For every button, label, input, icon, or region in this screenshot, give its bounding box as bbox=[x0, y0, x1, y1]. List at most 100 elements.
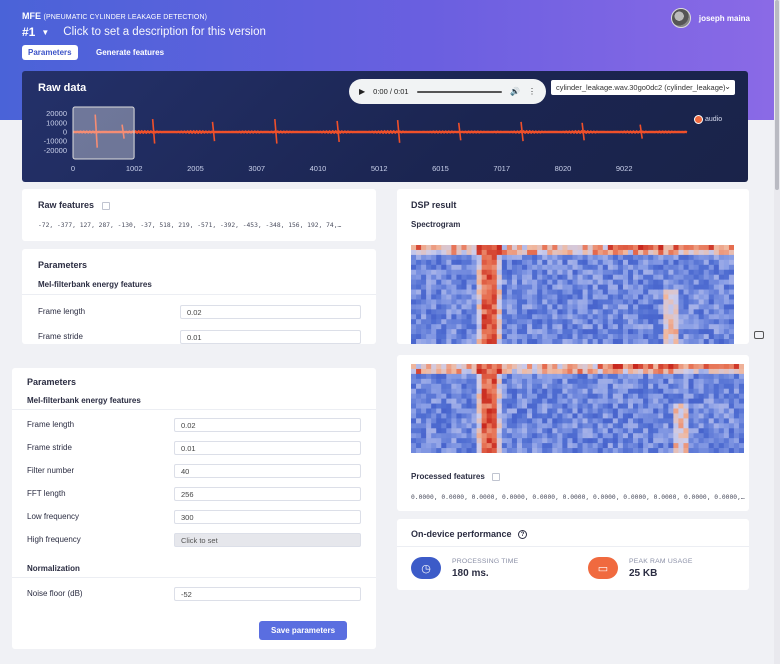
spectrogram-cell bbox=[496, 309, 503, 315]
user-name[interactable]: joseph maina bbox=[699, 14, 750, 23]
spectrogram-cell bbox=[678, 398, 684, 404]
volume-icon[interactable]: 🔊 bbox=[510, 87, 520, 96]
spectrogram-cell bbox=[516, 304, 523, 310]
spectrogram-cell bbox=[562, 279, 568, 285]
waveform-spike bbox=[396, 119, 401, 143]
spectrogram-cell bbox=[683, 314, 689, 320]
spectrogram-cell bbox=[653, 254, 659, 261]
spectrogram-cell bbox=[446, 428, 452, 434]
spectrogram-cell bbox=[562, 264, 568, 271]
spectrogram-cell bbox=[527, 388, 533, 395]
frame-length-input[interactable]: 0.02 bbox=[174, 418, 361, 432]
spectrogram-cell bbox=[592, 398, 599, 404]
spectrogram-cell bbox=[723, 245, 730, 251]
spectrogram-cell bbox=[441, 324, 447, 330]
tab-generate-features[interactable]: Generate features bbox=[90, 45, 170, 60]
spectrogram-cell bbox=[708, 274, 715, 281]
sample-select[interactable]: cylinder_leakage.wav.30go0dc2 (cylinder_… bbox=[551, 80, 735, 95]
fft-length-input[interactable]: 256 bbox=[174, 487, 361, 501]
spectrogram-cell bbox=[572, 245, 578, 251]
filter-number-input[interactable]: 40 bbox=[174, 464, 361, 478]
spectrogram-cell bbox=[648, 433, 654, 439]
raw-data-chart[interactable]: 20000100000-10000-200000 1002 2005 3007 4010… bbox=[22, 101, 748, 182]
spectrogram-cell bbox=[426, 284, 432, 290]
spectrogram-cell bbox=[511, 259, 518, 266]
spectrogram-cell bbox=[411, 264, 417, 271]
spectrogram-cell bbox=[537, 443, 543, 449]
spectrogram-cell bbox=[542, 269, 548, 276]
spectrogram-cell bbox=[602, 408, 609, 414]
spectrogram-cell bbox=[607, 448, 614, 453]
save-parameters-button[interactable]: Save parameters bbox=[259, 621, 348, 640]
spectrogram-cell bbox=[607, 339, 614, 344]
performance-title: On-device performance bbox=[411, 529, 512, 539]
chevron-down-icon[interactable]: ⌄ bbox=[724, 82, 731, 91]
user-menu[interactable]: joseph maina bbox=[670, 8, 750, 28]
help-icon[interactable]: ? bbox=[518, 530, 528, 540]
spectrogram-cell bbox=[547, 249, 553, 256]
spectrogram-cell bbox=[633, 368, 639, 375]
spectrogram-cell bbox=[567, 428, 573, 434]
low-frequency-input[interactable]: 300 bbox=[174, 510, 361, 524]
spectrogram-cell bbox=[653, 368, 659, 375]
spectrogram-cell bbox=[698, 284, 705, 290]
noise-floor-input[interactable]: -52 bbox=[174, 587, 361, 601]
frame-stride-input[interactable]: 0.01 bbox=[174, 441, 361, 455]
sample-select-value[interactable]: cylinder_leakage.wav.30go0dc2 (cylinder_… bbox=[556, 83, 726, 92]
spectrogram-cell bbox=[633, 433, 639, 439]
caret-down-icon[interactable]: ▼ bbox=[41, 28, 49, 37]
spectrogram-cell bbox=[567, 269, 573, 276]
spectrogram-cell bbox=[506, 443, 513, 449]
page-scrollbar[interactable] bbox=[774, 0, 780, 664]
more-options-icon[interactable]: ⋮ bbox=[528, 87, 536, 96]
spectrogram-cell bbox=[557, 418, 563, 424]
spectrogram-cell bbox=[567, 448, 573, 453]
tab-parameters[interactable]: Parameters bbox=[22, 45, 78, 60]
spectrogram-cell bbox=[547, 423, 553, 429]
play-icon[interactable]: ▶ bbox=[359, 87, 365, 96]
frame-length-input[interactable]: 0.02 bbox=[180, 305, 361, 319]
y-tick-label: 10000 bbox=[46, 118, 67, 127]
spectrogram-cell bbox=[461, 364, 467, 370]
version-selector[interactable]: #1 ▼ Click to set a description for this… bbox=[22, 25, 266, 39]
spectrogram-cell bbox=[678, 428, 684, 434]
spectrogram-cell bbox=[698, 264, 705, 271]
version-description[interactable]: Click to set a description for this vers… bbox=[63, 26, 266, 38]
spectrogram-cell bbox=[643, 294, 649, 300]
spectrogram-cell bbox=[713, 245, 720, 251]
spectrogram-cell bbox=[476, 254, 483, 261]
spectrogram-cell bbox=[673, 329, 679, 335]
spectrogram-cell bbox=[461, 274, 467, 281]
spectrogram-cell bbox=[653, 269, 659, 276]
spectrogram-cell bbox=[688, 423, 694, 429]
high-frequency-input[interactable]: Click to set bbox=[174, 533, 361, 547]
spectrogram-cell bbox=[673, 259, 679, 266]
spectrogram-cell bbox=[532, 368, 538, 375]
spectrogram-cell bbox=[471, 299, 478, 305]
spectrogram-cell bbox=[451, 433, 457, 439]
spectrogram-cell bbox=[577, 378, 583, 385]
version-number[interactable]: #1 bbox=[22, 25, 35, 39]
spectrogram-cell bbox=[728, 245, 734, 251]
spectrogram-cell bbox=[688, 373, 694, 380]
expand-icon[interactable] bbox=[754, 331, 764, 339]
scrollbar-thumb[interactable] bbox=[775, 0, 779, 190]
dsp-result-title: DSP result bbox=[411, 200, 457, 210]
spectrogram-cell bbox=[461, 403, 467, 409]
spectrogram-cell bbox=[471, 324, 478, 330]
spectrogram-cell bbox=[653, 249, 659, 256]
frame-stride-input[interactable]: 0.01 bbox=[180, 330, 361, 344]
avatar[interactable] bbox=[670, 8, 691, 28]
spectrogram-cell bbox=[678, 433, 684, 439]
spectrogram-cell bbox=[421, 443, 427, 449]
copy-icon[interactable] bbox=[101, 201, 110, 210]
spectrogram-cell bbox=[491, 423, 498, 429]
spectrogram-cell bbox=[582, 373, 588, 380]
copy-icon[interactable] bbox=[492, 472, 501, 481]
spectrogram-cell bbox=[688, 418, 694, 424]
audio-progress-bar[interactable] bbox=[416, 90, 503, 93]
spectrogram-cell bbox=[527, 368, 533, 375]
spectrogram-cell bbox=[461, 314, 467, 320]
spectrogram-cell bbox=[683, 418, 689, 424]
spectrogram-cell bbox=[693, 413, 699, 419]
